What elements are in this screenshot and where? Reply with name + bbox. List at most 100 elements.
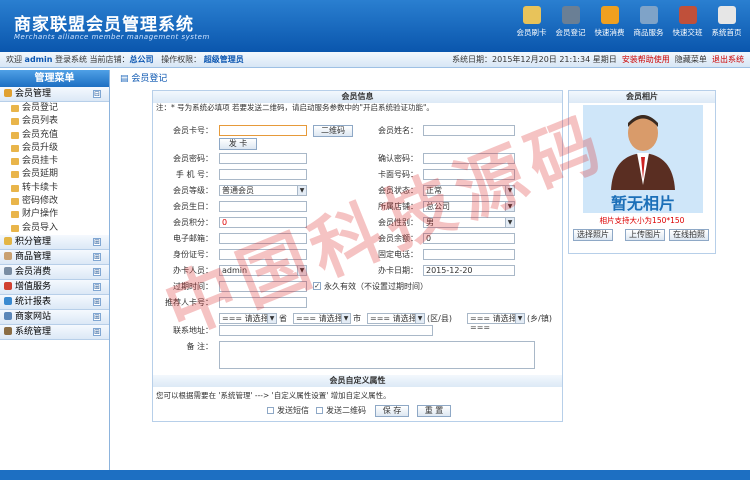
login-info: 欢迎 admin 登录系统 当前店铺：总公司 操作权限： 超级管理员 — [6, 52, 244, 68]
row-idcard: 身份证号： 固定电话： — [153, 249, 564, 261]
footer-bar — [0, 470, 750, 480]
gender-select[interactable]: 男 ▼ — [423, 217, 515, 228]
sidebar-item[interactable]: 会员导入 — [0, 222, 109, 235]
topnav-doc[interactable]: 商品服务 — [629, 6, 668, 38]
reset-button[interactable]: 重 置 — [417, 405, 451, 417]
toggle-icon[interactable]: ⊞ — [93, 327, 101, 336]
remark-textarea[interactable] — [219, 341, 535, 369]
save-button[interactable]: 保 存 — [375, 405, 409, 417]
email-label: 电子邮箱： — [173, 234, 213, 243]
user-name: admin — [24, 55, 53, 64]
city-select[interactable]: === 请选择 ===▼ — [293, 313, 351, 332]
row-address: === 请选择 ===▼ 省 === 请选择 ===▼ 市 === 请选择 ==… — [153, 313, 564, 332]
phone-input[interactable] — [423, 249, 515, 260]
row-remark: 备 注： — [153, 341, 564, 371]
expire-input[interactable] — [219, 281, 307, 292]
qr-button[interactable]: 二维码 — [313, 125, 353, 137]
chevron-down-icon: ▼ — [415, 314, 424, 323]
forever-checkbox[interactable]: ✓ — [313, 282, 321, 290]
email-input[interactable] — [219, 233, 307, 244]
topnav-users[interactable]: 快速交班 — [668, 6, 707, 38]
toggle-icon[interactable]: ⊞ — [93, 237, 101, 246]
topnav-card[interactable]: 会员刷卡 — [512, 6, 551, 38]
topnav-home[interactable]: 系统首页 — [707, 6, 746, 38]
card-date-input[interactable]: 2015-12-20 — [423, 265, 515, 276]
toggle-icon[interactable]: ⊞ — [93, 282, 101, 291]
face-no-input[interactable] — [423, 169, 515, 180]
mobile-label: 手 机 号： — [175, 170, 213, 179]
sidebar-title: 管理菜单 — [0, 70, 109, 87]
handler-select[interactable]: admin ▼ — [219, 265, 307, 276]
card-name-input[interactable] — [423, 125, 515, 136]
mobile-input[interactable] — [219, 169, 307, 180]
card-no-input[interactable] — [219, 125, 307, 136]
group-icon — [4, 251, 12, 260]
upload-photo-button[interactable]: 上传图片 — [625, 229, 665, 241]
level-select[interactable]: 普通会员 ▼ — [219, 185, 307, 196]
pwd-input[interactable] — [219, 153, 307, 164]
sidebar-group-label: 积分管理 — [15, 236, 52, 247]
level-label: 会员等级： — [173, 186, 213, 195]
toggle-icon[interactable]: ⊞ — [93, 267, 101, 276]
send-card-button[interactable]: 发 卡 — [219, 138, 257, 150]
store-select[interactable]: 总公司 ▼ — [423, 201, 515, 212]
idcard-label: 身份证号： — [173, 250, 213, 259]
face-no-label: 卡面号码： — [378, 170, 418, 179]
perm-label: 操作权限： — [161, 55, 202, 64]
sidebar: 管理菜单 会员管理 ⊟ 会员登记 会员列表 会员充值 会员升级 会员挂卡 会员延期 转卡续卡 密码… — [0, 70, 110, 470]
sidebar-group[interactable]: 积分管理 ⊞ — [0, 234, 109, 250]
sidebar-group[interactable]: 统计报表 ⊞ — [0, 294, 109, 310]
status-select[interactable]: 正常 ▼ — [423, 185, 515, 196]
topnav-user[interactable]: 会员登记 — [551, 6, 590, 38]
sidebar-item[interactable]: 会员充值 — [0, 129, 109, 142]
birthday-input[interactable] — [219, 201, 307, 212]
perm-name: 超级管理员 — [203, 55, 244, 64]
chevron-down-icon: ▼ — [515, 314, 524, 323]
sidebar-item[interactable]: 密码修改 — [0, 195, 109, 208]
sidebar-item[interactable]: 会员延期 — [0, 168, 109, 181]
topnav-cart[interactable]: 快速消费 — [590, 6, 629, 38]
sms-checkbox[interactable] — [267, 407, 274, 414]
toggle-icon[interactable]: ⊟ — [93, 90, 101, 98]
chevron-down-icon: ▼ — [505, 202, 514, 211]
info-bar: 欢迎 admin 登录系统 当前店铺：总公司 操作权限： 超级管理员 系统日期：… — [0, 52, 750, 68]
logout-link[interactable]: 退出系统 — [712, 55, 744, 64]
sidebar-group[interactable]: 系统管理 ⊞ — [0, 324, 109, 340]
toggle-icon[interactable]: ⊞ — [93, 252, 101, 261]
sidebar-item[interactable]: 会员挂卡 — [0, 155, 109, 168]
sidebar-group[interactable]: 商品管理 ⊞ — [0, 249, 109, 265]
select-photo-button[interactable]: 选择照片 — [573, 229, 613, 241]
balance-input[interactable]: 0 — [423, 233, 515, 244]
camera-button[interactable]: 在线拍照 — [669, 229, 709, 241]
address-label: 联系地址： — [173, 326, 213, 335]
sidebar-group[interactable]: 增值服务 ⊞ — [0, 279, 109, 295]
help-link[interactable]: 安装帮助使用 — [622, 55, 670, 64]
address-input[interactable] — [219, 325, 433, 336]
idcard-input[interactable] — [219, 249, 307, 260]
status-label: 会员状态： — [378, 186, 418, 195]
row-email: 电子邮箱： 会员余额： 0 — [153, 233, 564, 245]
row-expire: 过期时间： ✓ 永久有效（不设置过期时间） — [153, 281, 564, 293]
hide-menu-link[interactable]: 隐藏菜单 — [675, 55, 707, 64]
sidebar-group[interactable]: 会员管理 ⊟ — [0, 87, 109, 102]
qr-checkbox[interactable] — [316, 407, 323, 414]
town-select[interactable]: === 请选择 === ▼ — [467, 313, 525, 332]
card-no-label: 会员卡号： — [173, 126, 213, 135]
person-icon — [611, 115, 675, 190]
sidebar-group[interactable]: 会员消费 ⊞ — [0, 264, 109, 280]
group-icon — [4, 281, 12, 290]
sidebar-item[interactable]: 财户操作 — [0, 208, 109, 221]
sidebar-item[interactable]: 会员登记 — [0, 102, 109, 115]
confirm-pwd-input[interactable] — [423, 153, 515, 164]
toggle-icon[interactable]: ⊞ — [93, 312, 101, 321]
sidebar-item[interactable]: 会员升级 — [0, 142, 109, 155]
store-field-label: 所属店铺： — [378, 202, 418, 211]
toggle-icon[interactable]: ⊞ — [93, 297, 101, 306]
sidebar-group[interactable]: 商家网站 ⊞ — [0, 309, 109, 325]
points-input[interactable]: 0 — [219, 217, 307, 228]
referrer-input[interactable] — [219, 297, 307, 308]
province-select[interactable]: === 请选择 ===▼ — [219, 313, 277, 332]
sidebar-item[interactable]: 会员列表 — [0, 115, 109, 128]
district-select[interactable]: === 请选择 ===▼ — [367, 313, 425, 332]
sidebar-item[interactable]: 转卡续卡 — [0, 182, 109, 195]
